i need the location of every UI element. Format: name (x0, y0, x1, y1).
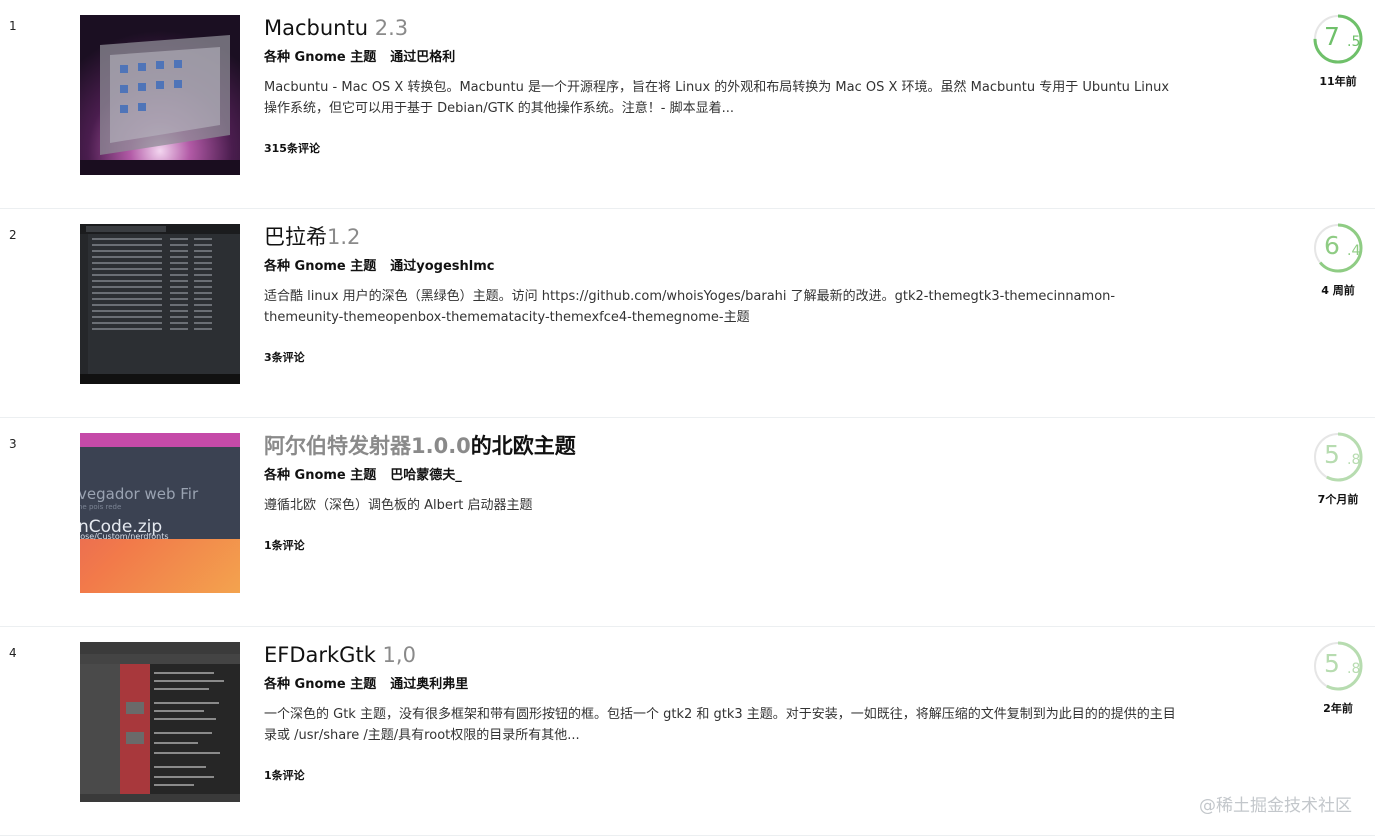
list-item: 3 vegador web Fir ne pois rede nCode.zip… (0, 418, 1375, 627)
score-decimal: .5 (1347, 34, 1361, 50)
rank-number: 4 (9, 646, 17, 660)
score-ring: 6 .4 (1313, 223, 1363, 273)
category-link[interactable]: 各种 Gnome 主题 (264, 259, 376, 274)
item-title[interactable]: Macbuntu 2.3 (264, 13, 1194, 43)
item-age: 7个月前 (1317, 493, 1359, 506)
item-meta: 各种 Gnome 主题 巴哈蒙德夫_ (264, 467, 1194, 485)
author-link[interactable]: 通过巴格利 (390, 50, 455, 65)
item-content: 阿尔伯特发射器1.0.0的北欧主题 各种 Gnome 主题 巴哈蒙德夫_ 遵循北欧… (264, 431, 1194, 516)
rank-number: 3 (9, 437, 17, 451)
item-age: 2年前 (1323, 702, 1353, 715)
author-link[interactable]: 巴哈蒙德夫_ (390, 468, 462, 483)
item-title[interactable]: 阿尔伯特发射器1.0.0的北欧主题 (264, 431, 1194, 461)
theme-thumbnail[interactable] (80, 642, 240, 802)
score-decimal: .8 (1347, 661, 1361, 677)
category-link[interactable]: 各种 Gnome 主题 (264, 468, 376, 483)
item-age: 4 周前 (1321, 284, 1355, 297)
item-meta: 各种 Gnome 主题 通过奥利弗里 (264, 676, 1194, 694)
item-meta: 各种 Gnome 主题 通过巴格利 (264, 49, 1194, 67)
item-description: 适合酷 linux 用户的深色（黑绿色）主题。访问 https://github… (264, 289, 1116, 325)
item-description: 遵循北欧（深色）调色板的 Albert 启动器主题 (264, 498, 533, 513)
theme-thumbnail[interactable]: vegador web Fir ne pois rede nCode.zip j… (80, 433, 240, 593)
comments-link[interactable]: 1条评论 (264, 537, 305, 553)
item-content: EFDarkGtk 1,0 各种 Gnome 主题 通过奥利弗里 一个深色的 Gt… (264, 640, 1194, 746)
score-decimal: .8 (1347, 452, 1361, 468)
watermark: @稀土掘金技术社区 (1199, 796, 1352, 816)
category-link[interactable]: 各种 Gnome 主题 (264, 50, 376, 65)
item-content: 巴拉希1.2 各种 Gnome 主题 通过yogeshlmc 适合酷 linux … (264, 222, 1194, 328)
category-link[interactable]: 各种 Gnome 主题 (264, 677, 376, 692)
item-age: 11年前 (1319, 75, 1357, 88)
theme-thumbnail[interactable] (80, 224, 240, 384)
score-integer: 7 (1324, 22, 1340, 51)
list-item: 1 Macbuntu 2.3 各种 Gnome 主题通过巴格利 Macbuntu… (0, 0, 1375, 209)
item-meta: 各种 Gnome 主题 通过yogeshlmc (264, 258, 1194, 276)
rank-number: 1 (9, 19, 17, 33)
item-title[interactable]: 巴拉希1.2 (264, 222, 1194, 252)
author-link[interactable]: 通过奥利弗里 (390, 677, 468, 692)
rank-number: 2 (9, 228, 17, 242)
thumb-text: ne pois rede (80, 503, 121, 511)
score-integer: 5 (1324, 440, 1340, 469)
list-item: 2 巴拉希1.2 各种 Gnome 主题 通过yogeshlmc 适合酷 lin… (0, 209, 1375, 418)
score-integer: 6 (1324, 231, 1340, 260)
list-item: 4 EFDarkGtk 1,0 各种 Gnome 主题 通过奥利弗里 一个深色的 … (0, 627, 1375, 836)
thumb-text: vegador web Fir (80, 485, 199, 503)
item-title[interactable]: EFDarkGtk 1,0 (264, 640, 1194, 670)
comments-link[interactable]: 1条评论 (264, 767, 305, 783)
comments-link[interactable]: 315条评论 (264, 140, 320, 156)
thumb-text: jose/Custom/nerdfonts (80, 532, 169, 541)
item-content: Macbuntu 2.3 各种 Gnome 主题 通过巴格利 Macbuntu -… (264, 13, 1194, 119)
theme-thumbnail[interactable] (80, 15, 240, 175)
author-link[interactable]: 通过yogeshlmc (390, 259, 494, 274)
score-ring: 7 .5 (1313, 14, 1363, 64)
comments-link[interactable]: 3条评论 (264, 349, 305, 365)
item-description: Macbuntu - Mac OS X 转换包。Macbuntu 是一个开源程序… (264, 80, 1170, 116)
score-integer: 5 (1324, 649, 1340, 678)
score-ring: 5 .8 (1313, 641, 1363, 691)
score-ring: 5 .8 (1313, 432, 1363, 482)
item-description: 一个深色的 Gtk 主题，没有很多框架和带有圆形按钮的框。包括一个 gtk2 和… (264, 707, 1176, 743)
score-decimal: .4 (1347, 243, 1361, 259)
